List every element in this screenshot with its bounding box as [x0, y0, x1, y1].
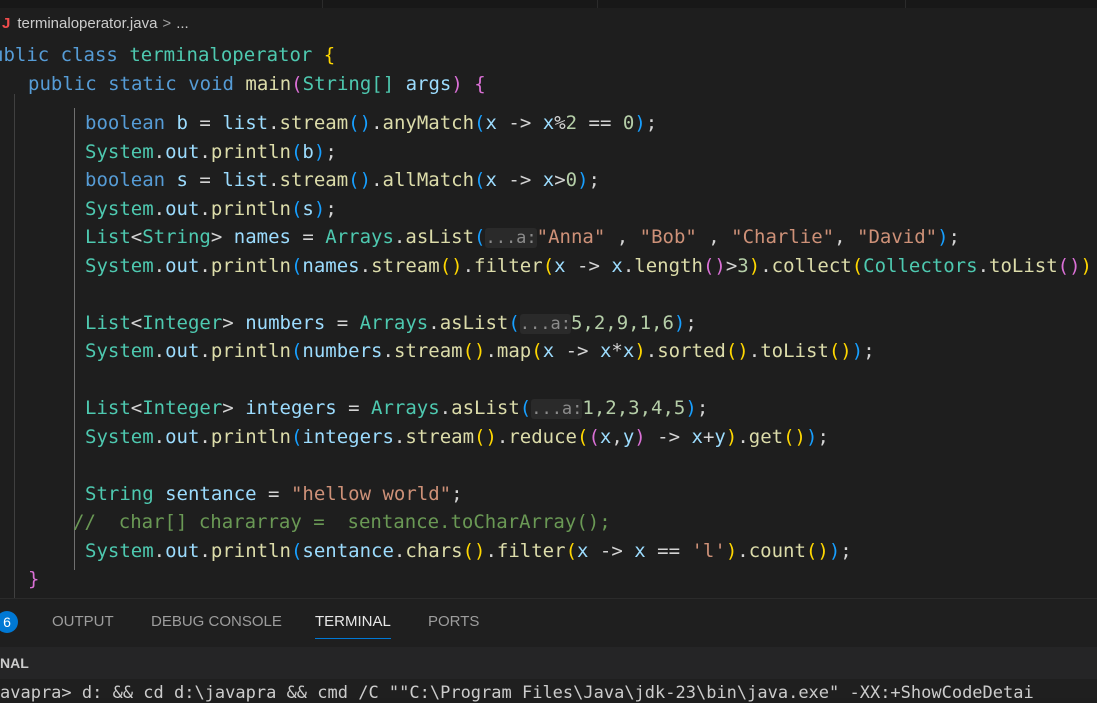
- tab-terminal[interactable]: TERMINAL: [315, 599, 391, 645]
- parameter-hint: ...a:: [519, 314, 571, 334]
- tab-divider: [322, 0, 323, 8]
- code-line-12: System.out.println(integers.stream().red…: [85, 426, 829, 448]
- code-line-8: System.out.println(names.stream().filter…: [85, 255, 1092, 277]
- breadcrumb-more[interactable]: ...: [176, 15, 189, 32]
- code-line-2: public static void main(String[] args) {: [28, 73, 486, 95]
- code-line-6: System.out.println(s);: [85, 198, 337, 220]
- code-line-3: boolean b = list.stream().anyMatch(x -> …: [85, 112, 658, 134]
- tab-divider: [905, 0, 906, 8]
- code-editor[interactable]: ublic class terminaloperator { public st…: [0, 38, 1097, 598]
- java-file-icon: J: [2, 14, 11, 32]
- code-line-13: String sentance = "hellow world";: [85, 483, 463, 505]
- terminal-command-line[interactable]: avapra> d: && cd d:\javapra && cmd /C ""…: [0, 683, 1097, 703]
- breadcrumb-file[interactable]: terminaloperator.java: [17, 15, 157, 32]
- terminal-title: NAL: [0, 647, 1097, 679]
- code-line-15: System.out.println(sentance.chars().filt…: [85, 540, 852, 562]
- tab-ports[interactable]: PORTS: [428, 599, 479, 645]
- parameter-hint: ...a:: [531, 399, 583, 419]
- code-line-7: List<String> names = Arrays.asList(...a:…: [85, 226, 960, 248]
- tab-debug-console[interactable]: DEBUG CONSOLE: [151, 599, 282, 645]
- code-line-14: // char[] chararray = sentance.toCharArr…: [73, 511, 611, 533]
- tab-divider: [597, 0, 598, 8]
- problems-count-badge[interactable]: 6: [0, 611, 18, 633]
- chevron-right-icon: >: [162, 14, 172, 32]
- bottom-panel: 6 OUTPUT DEBUG CONSOLE TERMINAL PORTS NA…: [0, 598, 1097, 703]
- tab-output[interactable]: OUTPUT: [52, 599, 114, 645]
- panel-tabs: 6 OUTPUT DEBUG CONSOLE TERMINAL PORTS: [0, 599, 1097, 645]
- indent-guide: [14, 94, 15, 598]
- editor-tab-strip: [0, 0, 1097, 8]
- breadcrumb: J terminaloperator.java > ...: [0, 8, 1097, 38]
- code-line-1: ublic class terminaloperator {: [0, 44, 336, 66]
- code-line-5: boolean s = list.stream().allMatch(x -> …: [85, 169, 600, 191]
- parameter-hint: ...a:: [485, 228, 537, 248]
- code-line-16: }: [28, 568, 40, 590]
- code-line-11: List<Integer> integers = Arrays.asList(.…: [85, 397, 709, 419]
- code-line-9: List<Integer> numbers = Arrays.asList(..…: [85, 312, 697, 334]
- code-line-4: System.out.println(b);: [85, 141, 337, 163]
- indent-guide-active: [74, 108, 75, 570]
- code-line-10: System.out.println(numbers.stream().map(…: [85, 340, 875, 362]
